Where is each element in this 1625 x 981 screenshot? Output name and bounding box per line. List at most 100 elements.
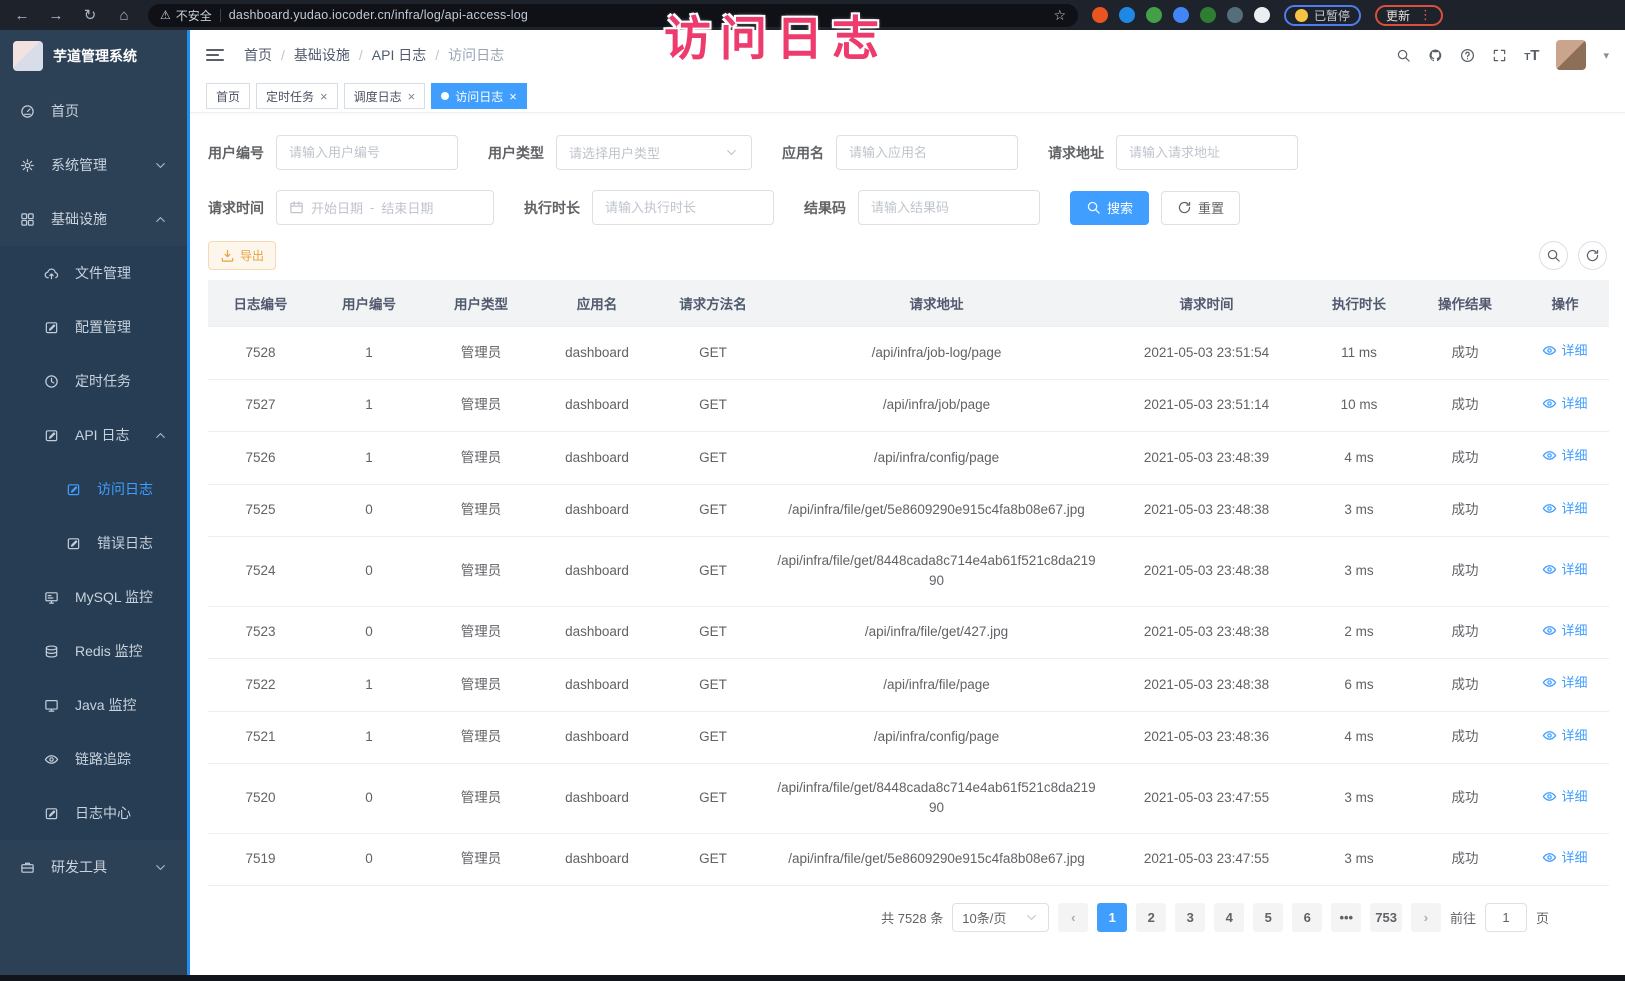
user-avatar[interactable] bbox=[1556, 40, 1586, 70]
detail-link[interactable]: 详细 bbox=[1542, 394, 1587, 414]
extension-icon-4[interactable] bbox=[1173, 7, 1189, 23]
font-size-icon[interactable]: TT bbox=[1524, 47, 1539, 64]
user-id-input[interactable] bbox=[289, 145, 445, 160]
cell-result: 成功 bbox=[1409, 606, 1521, 659]
detail-link[interactable]: 详细 bbox=[1542, 848, 1587, 868]
sidebar-item-error-log[interactable]: 错误日志 bbox=[0, 516, 187, 570]
page-button-6[interactable]: 6 bbox=[1292, 903, 1322, 932]
extension-icon-3[interactable] bbox=[1146, 7, 1162, 23]
detail-link[interactable]: 详细 bbox=[1542, 726, 1587, 746]
page-button-5[interactable]: 5 bbox=[1253, 903, 1283, 932]
browser-forward-icon[interactable]: → bbox=[46, 7, 66, 24]
sidebar-item-mysql[interactable]: MySQL 监控 bbox=[0, 570, 187, 624]
tag-定时任务[interactable]: 定时任务× bbox=[256, 83, 338, 109]
sidebar-menu: 首页系统管理基础设施文件管理配置管理定时任务API 日志访问日志错误日志MySQ… bbox=[0, 84, 187, 975]
sidebar-item-infra[interactable]: 基础设施 bbox=[0, 192, 187, 246]
cell-user_type: 管理员 bbox=[425, 711, 537, 764]
tag-调度日志[interactable]: 调度日志× bbox=[344, 83, 426, 109]
bookmark-star-icon[interactable]: ☆ bbox=[1053, 7, 1066, 24]
page-button-4[interactable]: 4 bbox=[1214, 903, 1244, 932]
sidebar-item-config[interactable]: 配置管理 bbox=[0, 300, 187, 354]
result-code-input[interactable] bbox=[871, 200, 1027, 215]
cell-time: 2021-05-03 23:48:39 bbox=[1104, 432, 1309, 485]
browser-reload-icon[interactable]: ↻ bbox=[80, 6, 100, 24]
hamburger-icon[interactable] bbox=[206, 49, 224, 61]
extension-icon-5[interactable] bbox=[1200, 7, 1216, 23]
fullscreen-icon[interactable] bbox=[1492, 48, 1507, 63]
sidebar-item-java[interactable]: Java 监控 bbox=[0, 678, 187, 732]
cell-method: GET bbox=[657, 432, 769, 485]
paused-badge[interactable]: 已暂停 bbox=[1284, 5, 1361, 26]
extension-icon-1[interactable] bbox=[1092, 7, 1108, 23]
cell-user_id: 0 bbox=[313, 606, 425, 659]
search-button[interactable]: 搜索 bbox=[1070, 191, 1149, 225]
app-logo-row[interactable]: 芋道管理系统 bbox=[0, 30, 190, 82]
sidebar-item-log-center[interactable]: 日志中心 bbox=[0, 786, 187, 840]
export-button[interactable]: 导出 bbox=[208, 241, 276, 270]
page-size-select[interactable]: 10条/页 bbox=[952, 903, 1049, 932]
not-secure-badge[interactable]: ⚠ 不安全 bbox=[160, 7, 212, 24]
reset-button[interactable]: 重置 bbox=[1161, 191, 1240, 225]
address-bar[interactable]: ⚠ 不安全 dashboard.yudao.iocoder.cn/infra/l… bbox=[148, 4, 1078, 27]
extension-icon-6[interactable] bbox=[1227, 7, 1243, 23]
page-button-2[interactable]: 2 bbox=[1136, 903, 1166, 932]
github-icon[interactable] bbox=[1428, 48, 1443, 63]
extension-icon-2[interactable] bbox=[1119, 7, 1135, 23]
page-button-753[interactable]: 753 bbox=[1370, 903, 1402, 932]
tag-访问日志[interactable]: 访问日志× bbox=[431, 83, 527, 109]
cell-id: 7524 bbox=[208, 537, 313, 607]
search-icon[interactable] bbox=[1396, 48, 1411, 63]
sidebar-item-home[interactable]: 首页 bbox=[0, 84, 187, 138]
request-time-label: 请求时间 bbox=[208, 198, 264, 218]
duration-input[interactable] bbox=[605, 200, 761, 215]
detail-link[interactable]: 详细 bbox=[1542, 560, 1587, 580]
breadcrumb-item[interactable]: 访问日志 bbox=[448, 45, 504, 65]
detail-link[interactable]: 详细 bbox=[1542, 673, 1587, 693]
breadcrumb-item[interactable]: 首页 bbox=[244, 45, 272, 65]
goto-page-input[interactable] bbox=[1485, 903, 1527, 932]
chevron-down-icon[interactable]: ▾ bbox=[1603, 49, 1609, 62]
next-page-button[interactable]: › bbox=[1411, 903, 1441, 932]
toggle-search-button[interactable] bbox=[1539, 241, 1568, 270]
help-icon[interactable] bbox=[1460, 48, 1475, 63]
browser-update-button[interactable]: 更新 ⋮ bbox=[1375, 5, 1443, 26]
app-name-input[interactable] bbox=[849, 145, 1005, 160]
tag-首页[interactable]: 首页 bbox=[206, 83, 250, 109]
sidebar-item-api-log[interactable]: API 日志 bbox=[0, 408, 187, 462]
sidebar-item-trace[interactable]: 链路追踪 bbox=[0, 732, 187, 786]
page-button-1[interactable]: 1 bbox=[1097, 903, 1127, 932]
detail-link[interactable]: 详细 bbox=[1542, 499, 1587, 519]
detail-link[interactable]: 详细 bbox=[1542, 621, 1587, 641]
breadcrumb-item[interactable]: API 日志 bbox=[372, 45, 426, 65]
page-button-3[interactable]: 3 bbox=[1175, 903, 1205, 932]
sidebar-item-system[interactable]: 系统管理 bbox=[0, 138, 187, 192]
sidebar-item-access-log[interactable]: 访问日志 bbox=[0, 462, 187, 516]
sidebar-item-job[interactable]: 定时任务 bbox=[0, 354, 187, 408]
date-range-picker[interactable]: 开始日期 - 结束日期 bbox=[276, 190, 494, 225]
extension-icon-7[interactable] bbox=[1254, 7, 1270, 23]
sidebar-item-dev-tools[interactable]: 研发工具 bbox=[0, 840, 187, 894]
detail-link[interactable]: 详细 bbox=[1542, 787, 1587, 807]
browser-menu-icon[interactable]: ⋮ bbox=[1419, 7, 1432, 23]
browser-back-icon[interactable]: ← bbox=[12, 7, 32, 24]
close-icon[interactable]: × bbox=[320, 89, 328, 104]
column-header: 请求时间 bbox=[1104, 280, 1309, 327]
breadcrumb-item[interactable]: 基础设施 bbox=[294, 45, 350, 65]
prev-page-button[interactable]: ‹ bbox=[1058, 903, 1088, 932]
refresh-table-button[interactable] bbox=[1578, 241, 1607, 270]
detail-link[interactable]: 详细 bbox=[1542, 341, 1587, 361]
filter-result-code: 结果码 bbox=[804, 190, 1040, 225]
close-icon[interactable]: × bbox=[509, 89, 517, 104]
browser-home-icon[interactable]: ⌂ bbox=[114, 7, 134, 24]
close-icon[interactable]: × bbox=[408, 89, 416, 104]
more-pages-icon[interactable]: ••• bbox=[1331, 903, 1361, 932]
detail-link[interactable]: 详细 bbox=[1542, 446, 1587, 466]
table-header: 日志编号用户编号用户类型应用名请求方法名请求地址请求时间执行时长操作结果操作 bbox=[208, 280, 1609, 327]
url-text: dashboard.yudao.iocoder.cn/infra/log/api… bbox=[229, 8, 1046, 22]
eye-icon bbox=[1542, 675, 1557, 690]
sidebar-item-file[interactable]: 文件管理 bbox=[0, 246, 187, 300]
request-url-input[interactable] bbox=[1129, 145, 1285, 160]
user-type-select[interactable]: 请选择用户类型 bbox=[556, 135, 752, 170]
cell-method: GET bbox=[657, 537, 769, 607]
sidebar-item-redis[interactable]: Redis 监控 bbox=[0, 624, 187, 678]
